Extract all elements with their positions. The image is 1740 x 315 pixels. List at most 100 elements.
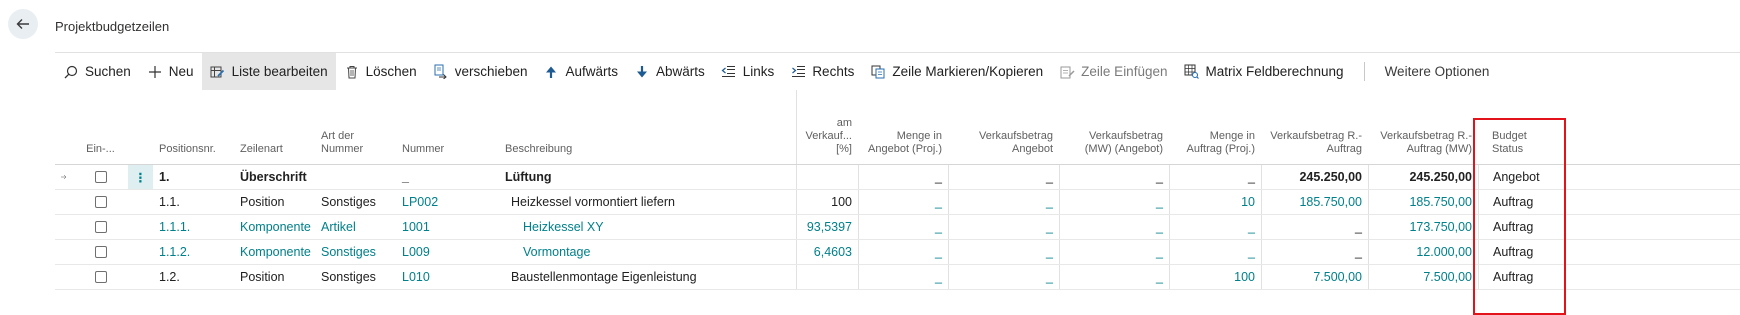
- cell-beschreibung[interactable]: Lüftung: [499, 165, 796, 189]
- cell-verkaufsbetrag-mw-angebot[interactable]: _: [1059, 215, 1169, 239]
- table-row[interactable]: ⋮ 1. Überschrift _ Lüftung _ _ _ _ 245.2…: [55, 165, 1740, 190]
- mark-copy-line-button[interactable]: Zeile Markieren/Kopieren: [862, 53, 1051, 90]
- header-verkaufsbetrag-angebot[interactable]: Verkaufsbetrag Angebot: [948, 108, 1059, 164]
- row-checkbox[interactable]: [73, 190, 128, 214]
- cell-verkaufsbetrag-auftrag-mw[interactable]: 185.750,00: [1368, 190, 1478, 214]
- table-row[interactable]: 1.2. Position Sonstiges L010 Baustellenm…: [55, 265, 1740, 290]
- cell-zeilenart[interactable]: Komponente: [234, 215, 315, 239]
- cell-zeilenart[interactable]: Komponente: [234, 240, 315, 264]
- cell-beschreibung[interactable]: Vormontage: [499, 240, 796, 264]
- row-checkbox[interactable]: [73, 240, 128, 264]
- cell-menge-auftrag[interactable]: _: [1169, 215, 1261, 239]
- cell-positionsnr[interactable]: 1.2.: [153, 265, 234, 289]
- table-row[interactable]: 1.1.2. Komponente Sonstiges L009 Vormont…: [55, 240, 1740, 265]
- cell-art-der-nummer[interactable]: [315, 165, 396, 189]
- header-menge-angebot[interactable]: Menge in Angebot (Proj.): [858, 108, 948, 164]
- header-verkaufsbetrag-mw-angebot[interactable]: Verkaufsbetrag (MW) (Angebot): [1059, 108, 1169, 164]
- cell-verkaufsbetrag-auftrag[interactable]: _: [1261, 215, 1368, 239]
- cell-verkaufsbetrag-auftrag-mw[interactable]: 7.500,00: [1368, 265, 1478, 289]
- cell-budget-status[interactable]: Auftrag: [1478, 265, 1568, 289]
- cell-verkaufsbetrag-auftrag-mw[interactable]: 245.250,00: [1368, 165, 1478, 189]
- move-up-button[interactable]: Aufwärts: [535, 53, 626, 90]
- cell-menge-angebot[interactable]: _: [858, 190, 948, 214]
- cell-verkaufsbetrag-auftrag[interactable]: 185.750,00: [1261, 190, 1368, 214]
- cell-budget-status[interactable]: Angebot: [1478, 165, 1568, 189]
- header-verkaufsbetrag-auftrag-mw[interactable]: Verkaufsbetrag R.- Auftrag (MW): [1368, 108, 1478, 164]
- cell-beschreibung[interactable]: Heizkessel vormontiert liefern: [499, 190, 796, 214]
- row-actions-menu[interactable]: ⋮: [128, 165, 153, 189]
- cell-menge-angebot[interactable]: _: [858, 165, 948, 189]
- move-down-button[interactable]: Abwärts: [626, 53, 713, 90]
- more-options-button[interactable]: Weitere Optionen: [1377, 53, 1498, 90]
- cell-verkaufsbetrag-auftrag[interactable]: _: [1261, 240, 1368, 264]
- new-button[interactable]: Neu: [139, 53, 202, 90]
- cell-nummer[interactable]: L009: [396, 240, 499, 264]
- header-menge-auftrag[interactable]: Menge in Auftrag (Proj.): [1169, 108, 1261, 164]
- header-nummer[interactable]: Nummer: [396, 108, 499, 164]
- cell-budget-status[interactable]: Auftrag: [1478, 190, 1568, 214]
- outdent-button[interactable]: Links: [713, 53, 783, 90]
- indent-button[interactable]: Rechts: [782, 53, 862, 90]
- cell-am-verkauf[interactable]: 6,4603: [796, 240, 858, 264]
- cell-zeilenart[interactable]: Überschrift: [234, 165, 315, 189]
- header-verkaufsbetrag-auftrag[interactable]: Verkaufsbetrag R.- Auftrag: [1261, 108, 1368, 164]
- cell-menge-angebot[interactable]: _: [858, 265, 948, 289]
- search-button[interactable]: Suchen: [55, 53, 139, 90]
- cell-positionsnr[interactable]: 1.1.: [153, 190, 234, 214]
- cell-nummer[interactable]: LP002: [396, 190, 499, 214]
- cell-verkaufsbetrag-auftrag-mw[interactable]: 173.750,00: [1368, 215, 1478, 239]
- matrix-calculation-button[interactable]: Matrix Feldberechnung: [1175, 53, 1351, 90]
- cell-verkaufsbetrag-angebot[interactable]: _: [948, 190, 1059, 214]
- cell-zeilenart[interactable]: Position: [234, 265, 315, 289]
- cell-verkaufsbetrag-mw-angebot[interactable]: _: [1059, 240, 1169, 264]
- cell-menge-auftrag[interactable]: _: [1169, 165, 1261, 189]
- row-checkbox[interactable]: [73, 265, 128, 289]
- header-am-verkauf[interactable]: am Verkauf... [%]: [796, 108, 858, 164]
- row-checkbox[interactable]: [73, 215, 128, 239]
- cell-nummer[interactable]: L010: [396, 265, 499, 289]
- cell-nummer[interactable]: 1001: [396, 215, 499, 239]
- cell-budget-status[interactable]: Auftrag: [1478, 215, 1568, 239]
- cell-verkaufsbetrag-mw-angebot[interactable]: _: [1059, 190, 1169, 214]
- cell-menge-auftrag[interactable]: 100: [1169, 265, 1261, 289]
- table-row[interactable]: 1.1.1. Komponente Artikel 1001 Heizkesse…: [55, 215, 1740, 240]
- cell-menge-auftrag[interactable]: _: [1169, 240, 1261, 264]
- cell-verkaufsbetrag-mw-angebot[interactable]: _: [1059, 265, 1169, 289]
- header-zeilenart[interactable]: Zeilenart: [234, 108, 315, 164]
- cell-verkaufsbetrag-angebot[interactable]: _: [948, 265, 1059, 289]
- header-beschreibung[interactable]: Beschreibung: [499, 108, 796, 164]
- cell-art-der-nummer[interactable]: Sonstiges: [315, 265, 396, 289]
- cell-verkaufsbetrag-angebot[interactable]: _: [948, 215, 1059, 239]
- table-row[interactable]: 1.1. Position Sonstiges LP002 Heizkessel…: [55, 190, 1740, 215]
- cell-art-der-nummer[interactable]: Artikel: [315, 215, 396, 239]
- move-button[interactable]: verschieben: [425, 53, 536, 90]
- header-select[interactable]: Ein-...: [73, 108, 128, 164]
- cell-verkaufsbetrag-auftrag[interactable]: 7.500,00: [1261, 265, 1368, 289]
- cell-positionsnr[interactable]: 1.1.1.: [153, 215, 234, 239]
- cell-verkaufsbetrag-auftrag[interactable]: 245.250,00: [1261, 165, 1368, 189]
- cell-budget-status[interactable]: Auftrag: [1478, 240, 1568, 264]
- delete-button[interactable]: Löschen: [336, 53, 425, 90]
- cell-am-verkauf[interactable]: [796, 165, 858, 189]
- cell-art-der-nummer[interactable]: Sonstiges: [315, 240, 396, 264]
- cell-verkaufsbetrag-auftrag-mw[interactable]: 12.000,00: [1368, 240, 1478, 264]
- cell-positionsnr[interactable]: 1.1.2.: [153, 240, 234, 264]
- cell-am-verkauf[interactable]: 100: [796, 190, 858, 214]
- cell-verkaufsbetrag-mw-angebot[interactable]: _: [1059, 165, 1169, 189]
- edit-list-button[interactable]: Liste bearbeiten: [201, 53, 336, 90]
- header-budget-status[interactable]: Budget Status: [1478, 108, 1568, 164]
- cell-nummer[interactable]: _: [396, 165, 499, 189]
- cell-verkaufsbetrag-angebot[interactable]: _: [948, 165, 1059, 189]
- cell-art-der-nummer[interactable]: Sonstiges: [315, 190, 396, 214]
- row-checkbox[interactable]: [73, 165, 128, 189]
- header-art-der-nummer[interactable]: Art der Nummer: [315, 108, 396, 164]
- cell-am-verkauf[interactable]: [796, 265, 858, 289]
- header-positionsnr[interactable]: Positionsnr.: [153, 108, 234, 164]
- cell-menge-angebot[interactable]: _: [858, 240, 948, 264]
- cell-positionsnr[interactable]: 1.: [153, 165, 234, 189]
- insert-line-button[interactable]: Zeile Einfügen: [1051, 53, 1175, 90]
- back-button[interactable]: [8, 9, 38, 39]
- cell-am-verkauf[interactable]: 93,5397: [796, 215, 858, 239]
- cell-menge-auftrag[interactable]: 10: [1169, 190, 1261, 214]
- cell-zeilenart[interactable]: Position: [234, 190, 315, 214]
